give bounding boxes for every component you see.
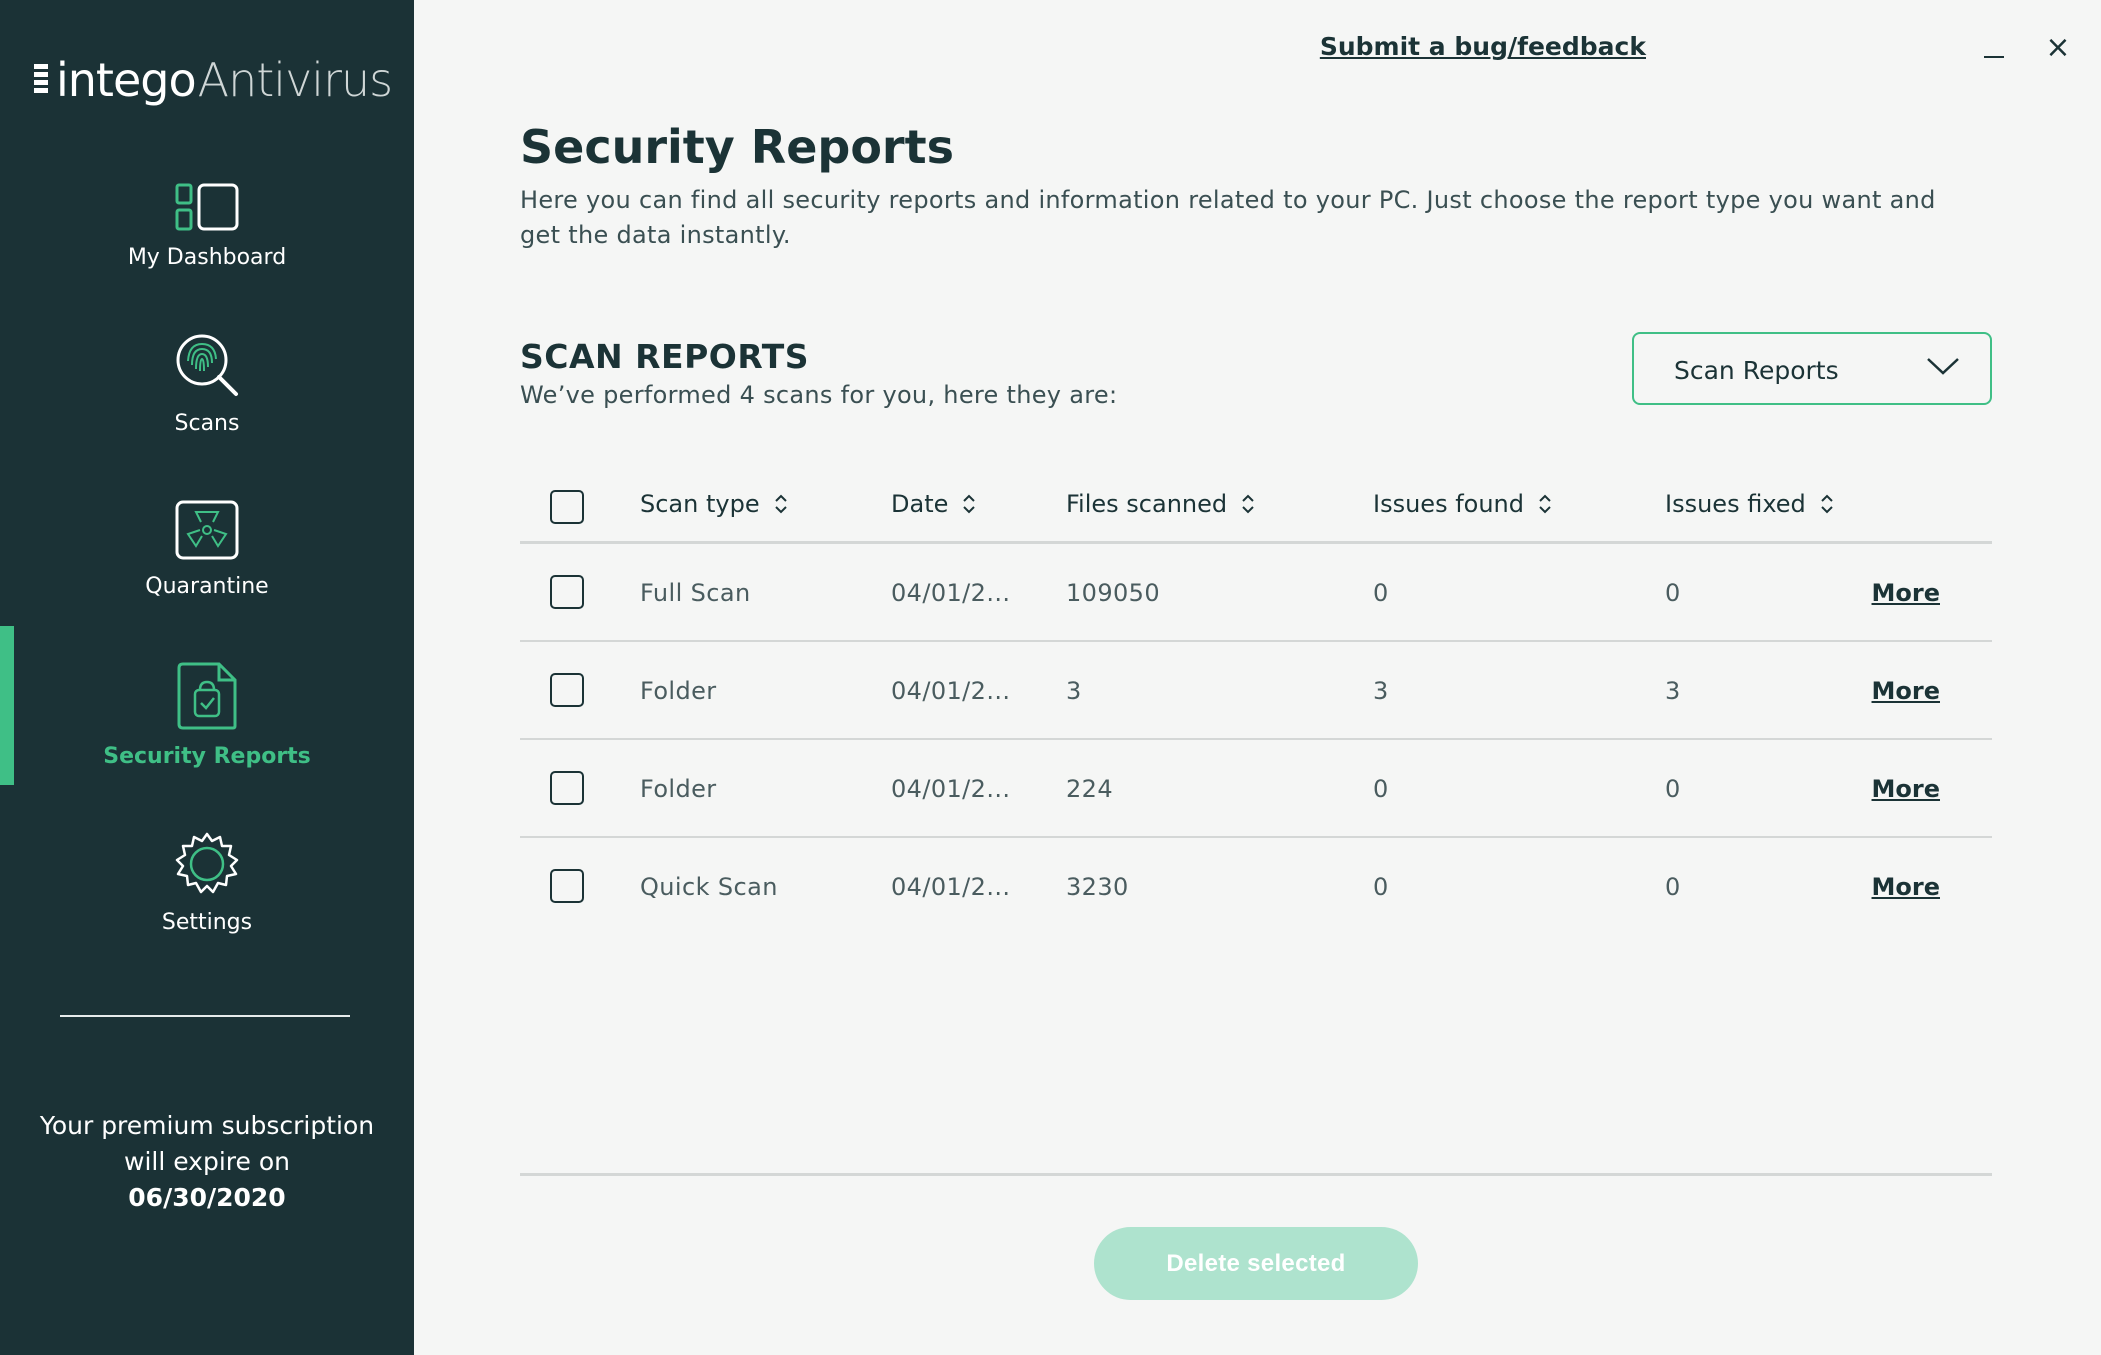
cell-files-scanned: 109050 bbox=[1066, 579, 1161, 607]
cell-scan-type: Quick Scan bbox=[640, 873, 778, 901]
report-type-dropdown[interactable]: Scan Reports bbox=[1632, 332, 1992, 405]
cell-files-scanned: 3 bbox=[1066, 677, 1082, 705]
row-checkbox[interactable] bbox=[550, 869, 584, 903]
cell-date: 04/01/2... bbox=[891, 579, 1011, 607]
cell-issues-found: 0 bbox=[1373, 579, 1389, 607]
cell-files-scanned: 3230 bbox=[1066, 873, 1129, 901]
sidebar-item-quarantine[interactable]: Quarantine bbox=[0, 500, 414, 599]
row-checkbox[interactable] bbox=[550, 673, 584, 707]
table-row: Full Scan 04/01/2... 109050 0 0 More bbox=[520, 544, 1992, 642]
subscription-expiry-date: 06/30/2020 bbox=[128, 1183, 286, 1212]
column-header-issues-fixed[interactable]: Issues fixed bbox=[1665, 490, 1834, 518]
sidebar-item-label: Security Reports bbox=[103, 744, 311, 769]
sidebar: intego Antivirus My Dashboard Scans Quar… bbox=[0, 0, 414, 1355]
radiation-icon bbox=[175, 500, 239, 560]
column-label: Issues fixed bbox=[1665, 490, 1806, 518]
delete-selected-button[interactable]: Delete selected bbox=[1094, 1227, 1418, 1300]
cell-date: 04/01/2... bbox=[891, 677, 1011, 705]
more-link[interactable]: More bbox=[1872, 873, 1940, 901]
sort-icon bbox=[1539, 494, 1551, 514]
sidebar-divider bbox=[60, 1015, 350, 1017]
cell-scan-type: Folder bbox=[640, 775, 717, 803]
sort-icon bbox=[1242, 494, 1254, 514]
more-link[interactable]: More bbox=[1872, 775, 1940, 803]
column-header-date[interactable]: Date bbox=[891, 490, 976, 518]
page-title: Security Reports bbox=[520, 120, 954, 174]
sidebar-item-label: My Dashboard bbox=[127, 245, 287, 270]
table-bottom-divider bbox=[520, 1173, 1992, 1176]
sidebar-item-label: Quarantine bbox=[145, 574, 269, 599]
gear-icon bbox=[175, 832, 239, 894]
close-icon[interactable]: × bbox=[2044, 33, 2072, 63]
table-row: Folder 04/01/2... 3 3 3 More bbox=[520, 642, 1992, 740]
page-description: Here you can find all security reports a… bbox=[520, 186, 1936, 249]
cell-issues-found: 0 bbox=[1373, 775, 1389, 803]
cell-scan-type: Full Scan bbox=[640, 579, 751, 607]
sort-icon bbox=[963, 494, 976, 514]
sort-icon bbox=[774, 494, 787, 514]
minimize-icon[interactable] bbox=[1982, 40, 2008, 60]
cell-issues-found: 3 bbox=[1373, 677, 1389, 705]
sidebar-item-settings[interactable]: Settings bbox=[0, 832, 414, 935]
logo-product: Antivirus bbox=[197, 53, 393, 107]
section-title: SCAN REPORTS bbox=[520, 337, 810, 376]
logo-tower-icon bbox=[32, 60, 50, 100]
intego-logo: intego Antivirus bbox=[32, 50, 393, 110]
cell-files-scanned: 224 bbox=[1066, 775, 1114, 803]
chevron-down-icon bbox=[1927, 358, 1959, 375]
row-checkbox[interactable] bbox=[550, 771, 584, 805]
section-subtitle: We’ve performed 4 scans for you, here th… bbox=[520, 381, 1118, 409]
sidebar-item-label: Settings bbox=[161, 910, 253, 935]
row-checkbox[interactable] bbox=[550, 575, 584, 609]
column-label: Scan type bbox=[640, 490, 760, 518]
subscription-line-2: will expire on bbox=[124, 1147, 290, 1176]
subscription-line-1: Your premium subscription bbox=[39, 1111, 375, 1140]
column-label: Date bbox=[891, 490, 949, 518]
cell-issues-found: 0 bbox=[1373, 873, 1389, 901]
more-link[interactable]: More bbox=[1872, 579, 1940, 607]
cell-date: 04/01/2... bbox=[891, 873, 1011, 901]
sidebar-item-security-reports[interactable]: Security Reports bbox=[0, 662, 414, 769]
column-header-files-scanned[interactable]: Files scanned bbox=[1066, 490, 1255, 518]
cell-issues-fixed: 0 bbox=[1665, 775, 1681, 803]
submit-feedback-link[interactable]: Submit a bug/feedback bbox=[1320, 32, 1646, 61]
report-type-selected: Scan Reports bbox=[1674, 356, 1839, 385]
sidebar-item-dashboard[interactable]: My Dashboard bbox=[0, 183, 414, 270]
sidebar-item-scans[interactable]: Scans bbox=[0, 333, 414, 436]
column-label: Files scanned bbox=[1066, 490, 1228, 518]
cell-issues-fixed: 0 bbox=[1665, 873, 1681, 901]
cell-date: 04/01/2... bbox=[891, 775, 1011, 803]
sidebar-item-label: Scans bbox=[174, 411, 240, 436]
more-link[interactable]: More bbox=[1872, 677, 1940, 705]
table-row: Quick Scan 04/01/2... 3230 0 0 More bbox=[520, 838, 1992, 936]
dashboard-icon bbox=[175, 183, 239, 231]
fingerprint-search-icon bbox=[176, 334, 238, 396]
cell-issues-fixed: 0 bbox=[1665, 579, 1681, 607]
table-header: Scan type Date Files scanned Issues foun… bbox=[520, 472, 1992, 544]
subscription-info: Your premium subscription will expire on… bbox=[0, 1108, 414, 1216]
column-header-issues-found[interactable]: Issues found bbox=[1373, 490, 1552, 518]
cell-issues-fixed: 3 bbox=[1665, 677, 1681, 705]
table-row: Folder 04/01/2... 224 0 0 More bbox=[520, 740, 1992, 838]
column-label: Issues found bbox=[1373, 490, 1524, 518]
column-header-scan-type[interactable]: Scan type bbox=[640, 490, 788, 518]
scan-reports-table: Scan type Date Files scanned Issues foun… bbox=[520, 472, 1992, 936]
report-document-icon bbox=[177, 662, 237, 730]
select-all-checkbox[interactable] bbox=[550, 490, 584, 524]
sort-icon bbox=[1821, 494, 1833, 514]
logo-brand: intego bbox=[56, 53, 197, 107]
cell-scan-type: Folder bbox=[640, 677, 717, 705]
